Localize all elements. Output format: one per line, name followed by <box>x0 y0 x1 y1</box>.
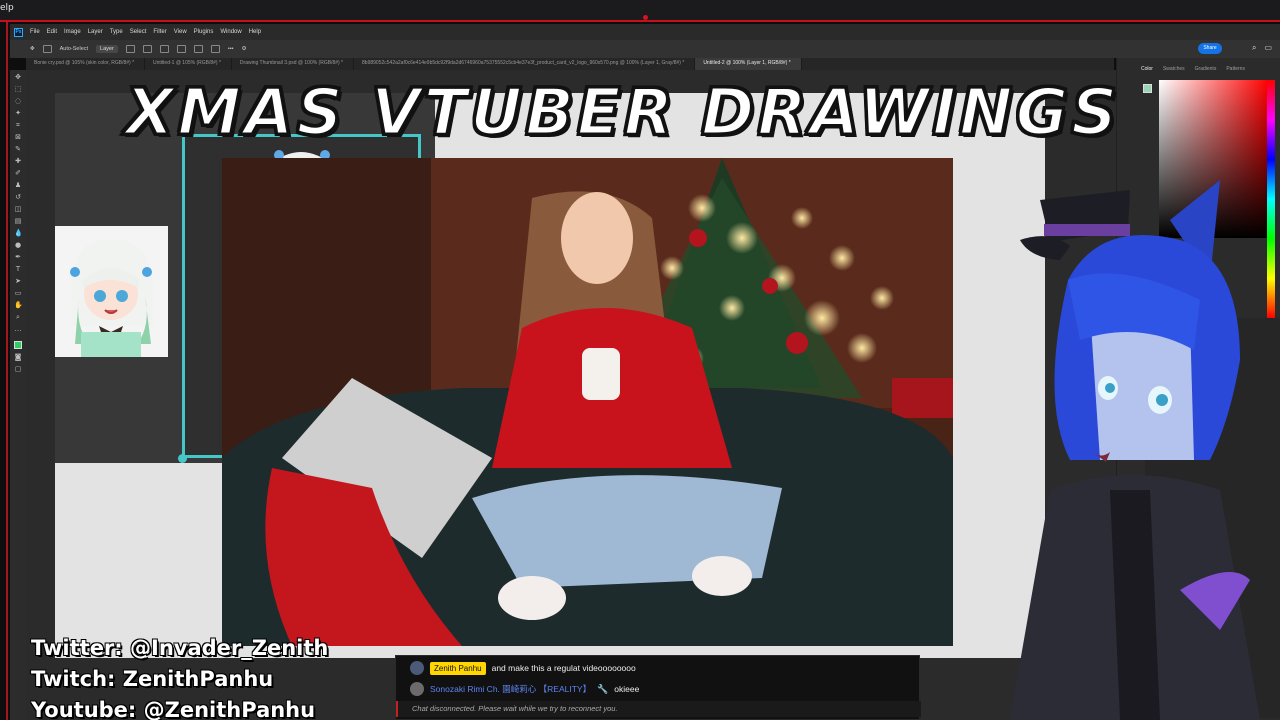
christmas-girl-photo <box>222 158 953 646</box>
menu-image[interactable]: Image <box>64 29 81 35</box>
settings-gear-icon[interactable]: ⚙ <box>242 46 247 52</box>
screen-mode-icon[interactable]: ▢ <box>14 365 22 373</box>
avatar <box>410 661 424 675</box>
align-bottom-icon[interactable] <box>210 45 220 53</box>
align-right-icon[interactable] <box>159 45 169 53</box>
menu-plugins[interactable]: Plugins <box>194 29 214 35</box>
lasso-tool-icon[interactable]: ◌ <box>14 97 22 105</box>
share-button[interactable]: Share <box>1198 43 1222 54</box>
menu-edit[interactable]: Edit <box>47 29 57 35</box>
chat-message-text: and make this a regulat videoooooooo <box>491 663 636 673</box>
magic-wand-tool-icon[interactable]: ✦ <box>14 109 22 117</box>
menu-window[interactable]: Window <box>220 29 241 35</box>
move-tool-icon[interactable]: ✥ <box>14 73 22 81</box>
menu-type[interactable]: Type <box>110 29 123 35</box>
marquee-tool-icon[interactable]: ⬚ <box>14 85 22 93</box>
crop-tool-icon[interactable]: ⌗ <box>14 121 22 129</box>
blur-tool-icon[interactable]: 💧 <box>14 229 23 237</box>
menu-filter[interactable]: Filter <box>153 29 166 35</box>
chat-author-name[interactable]: Sonozaki Rimi Ch. 園崎莉心 【REALITY】 <box>430 683 591 695</box>
history-brush-tool-icon[interactable]: ↺ <box>14 193 22 201</box>
menu-layer[interactable]: Layer <box>88 29 103 35</box>
twitter-handle: Twitter: @Invader_Zenith <box>31 636 329 660</box>
chat-author-badge[interactable]: Zenith Panhu <box>430 661 486 675</box>
photoshop-menubar: Ps File Edit Image Layer Type Select Fil… <box>10 24 1280 40</box>
gradient-tool-icon[interactable]: ▤ <box>14 217 22 225</box>
chibi-illustration <box>55 226 168 357</box>
healing-tool-icon[interactable]: ✚ <box>14 157 22 165</box>
os-help-menu[interactable]: elp <box>0 3 14 13</box>
window-marker <box>643 15 648 20</box>
brush-tool-icon[interactable]: ✐ <box>14 169 22 177</box>
chibi-thumbnail[interactable] <box>55 226 168 357</box>
align-top-icon[interactable] <box>176 45 186 53</box>
reference-photo[interactable] <box>222 158 953 646</box>
capture-border <box>6 22 8 720</box>
auto-select-label: Auto-Select <box>59 46 89 52</box>
menu-select[interactable]: Select <box>130 29 147 35</box>
tab-bonie-cry[interactable]: Bonie cry.psd @ 105% (skin color, RGB/8#… <box>26 58 146 70</box>
tab-drawing-thumbnail[interactable]: Drawing Thumbnail 3.psd @ 100% (RGB/8#) … <box>232 58 355 70</box>
tab-product-card-png[interactable]: 8b989052c542a2af0c6e414e9b5dc92f9da2d674… <box>354 58 696 70</box>
social-links: Twitter: @Invader_Zenith Twitch: ZenithP… <box>31 633 328 720</box>
shape-tool-icon[interactable]: ▭ <box>14 289 22 297</box>
auto-select-target-dropdown[interactable]: Layer <box>96 45 118 53</box>
align-middle-icon[interactable] <box>193 45 203 53</box>
toolbox: ✥ ⬚ ◌ ✦ ⌗ ⊠ ✎ ✚ ✐ ♟ ↺ ◫ ▤ 💧 ● ✒ T ➤ ▭ ✋ … <box>10 70 26 720</box>
workspace-icon[interactable]: ▭ <box>1264 43 1272 53</box>
tab-patterns[interactable]: Patterns <box>1226 66 1245 72</box>
chat-message-text: okieee <box>614 684 640 694</box>
pen-tool-icon[interactable]: ✒ <box>14 253 22 261</box>
hand-tool-icon[interactable]: ✋ <box>14 301 23 309</box>
stamp-tool-icon[interactable]: ♟ <box>14 181 22 189</box>
align-left-icon[interactable] <box>125 45 135 53</box>
eyedropper-tool-icon[interactable]: ✎ <box>14 145 22 153</box>
live-chat: Zenith Panhu and make this a regulat vid… <box>395 655 921 720</box>
menu-file[interactable]: File <box>30 29 40 35</box>
options-bar: ✥ Auto-Select Layer ••• ⚙ Share ⌕ ▭ <box>10 40 1280 58</box>
auto-select-checkbox[interactable] <box>42 45 52 53</box>
panel-tabs: Color Swatches Gradients Patterns <box>1117 58 1280 72</box>
align-center-icon[interactable] <box>142 45 152 53</box>
avatar <box>410 682 424 696</box>
chat-message: Sonozaki Rimi Ch. 園崎莉心 【REALITY】 🔧 okiee… <box>396 680 639 698</box>
document-tabs: Bonie cry.psd @ 105% (skin color, RGB/8#… <box>26 58 1114 70</box>
search-icon[interactable]: ⌕ <box>1252 43 1256 53</box>
frame-tool-icon[interactable]: ⊠ <box>14 133 22 141</box>
moderator-wrench-icon: 🔧 <box>597 683 609 694</box>
panel-foreground-swatch[interactable] <box>1143 84 1152 93</box>
quick-mask-icon[interactable]: ◙ <box>14 353 22 361</box>
tab-untitled-1[interactable]: Untitled-1 @ 105% (RGB/8#) * <box>145 58 232 70</box>
vtuber-avatar <box>1010 160 1280 720</box>
chat-status-banner: Chat disconnected. Please wait while we … <box>396 701 921 717</box>
os-title-bar: elp <box>0 0 1280 22</box>
eraser-tool-icon[interactable]: ◫ <box>14 205 22 213</box>
tab-swatches[interactable]: Swatches <box>1163 66 1185 72</box>
menu-view[interactable]: View <box>174 29 187 35</box>
menu-help[interactable]: Help <box>249 29 261 35</box>
tab-color[interactable]: Color <box>1141 66 1153 72</box>
twitch-handle: Twitch: ZenithPanhu <box>31 667 274 691</box>
stream-title: XMAS VTUBER DRAWINGS <box>124 75 1121 152</box>
type-tool-icon[interactable]: T <box>14 265 22 273</box>
photoshop-logo-icon: Ps <box>14 27 23 37</box>
move-tool-icon[interactable]: ✥ <box>30 46 35 52</box>
vtuber-avatar-illustration <box>1010 180 1260 720</box>
foreground-color-swatch[interactable] <box>14 341 22 349</box>
tab-untitled-2[interactable]: Untitled-2 @ 100% (Layer 1, RGB/8#) * <box>695 58 802 70</box>
more-tools-icon[interactable]: … <box>14 325 22 333</box>
dodge-tool-icon[interactable]: ● <box>14 241 22 249</box>
chat-message: Zenith Panhu and make this a regulat vid… <box>396 659 636 677</box>
zoom-tool-icon[interactable]: ⌕ <box>14 313 22 321</box>
path-select-tool-icon[interactable]: ➤ <box>14 277 22 285</box>
more-options-icon[interactable]: ••• <box>228 46 234 52</box>
youtube-handle: Youtube: @ZenithPanhu <box>31 698 316 720</box>
tab-gradients[interactable]: Gradients <box>1195 66 1217 72</box>
transform-handle-bottom-left[interactable] <box>178 454 187 463</box>
